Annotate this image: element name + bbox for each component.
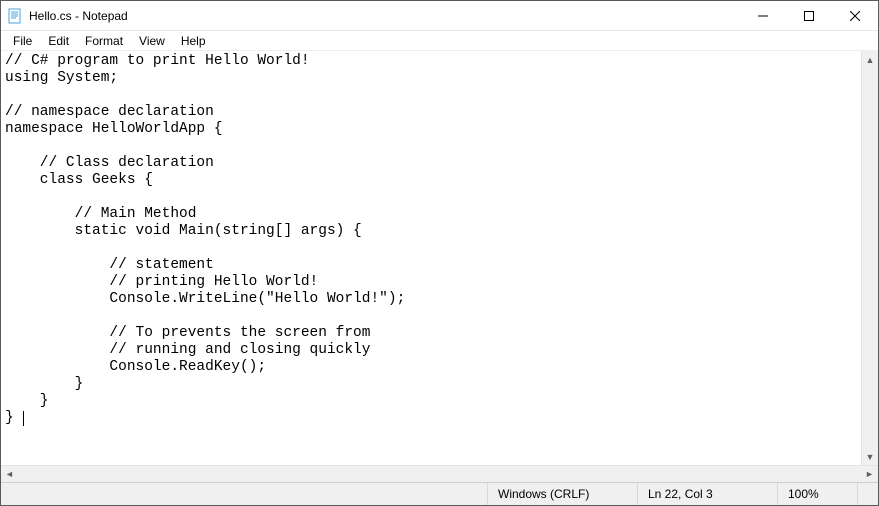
menu-edit[interactable]: Edit (40, 33, 77, 49)
text-cursor (23, 411, 24, 426)
close-button[interactable] (832, 1, 878, 30)
hscroll-track[interactable] (18, 466, 861, 482)
status-zoom: 100% (777, 483, 857, 505)
status-empty (857, 483, 878, 505)
menu-help[interactable]: Help (173, 33, 214, 49)
menubar: File Edit Format View Help (1, 31, 878, 51)
scroll-right-icon[interactable]: ► (861, 466, 878, 483)
titlebar: Hello.cs - Notepad (1, 1, 878, 31)
window-controls (740, 1, 878, 30)
vertical-scrollbar[interactable]: ▲ ▼ (861, 51, 878, 465)
editor-area: // C# program to print Hello World! usin… (1, 51, 878, 482)
statusbar: Windows (CRLF) Ln 22, Col 3 100% (1, 482, 878, 505)
menu-view[interactable]: View (131, 33, 173, 49)
vscroll-track[interactable] (862, 68, 878, 448)
minimize-button[interactable] (740, 1, 786, 30)
horizontal-scrollbar[interactable]: ◄ ► (1, 465, 878, 482)
status-cursor-position: Ln 22, Col 3 (637, 483, 777, 505)
scroll-down-icon[interactable]: ▼ (862, 448, 878, 465)
menu-format[interactable]: Format (77, 33, 131, 49)
status-line-ending: Windows (CRLF) (487, 483, 637, 505)
window-title: Hello.cs - Notepad (29, 9, 740, 23)
menu-file[interactable]: File (5, 33, 40, 49)
scroll-up-icon[interactable]: ▲ (862, 51, 878, 68)
text-editor[interactable]: // C# program to print Hello World! usin… (1, 51, 878, 465)
scroll-left-icon[interactable]: ◄ (1, 466, 18, 483)
notepad-icon (7, 8, 23, 24)
maximize-button[interactable] (786, 1, 832, 30)
